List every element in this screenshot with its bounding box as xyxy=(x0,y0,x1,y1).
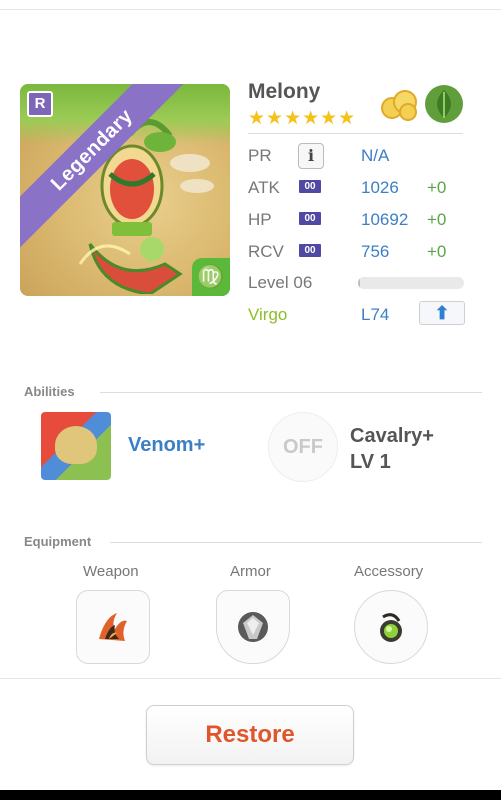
ability-level-2: LV 1 xyxy=(350,451,391,473)
pr-label: PR xyxy=(248,146,272,165)
level-progress-bar xyxy=(358,277,464,289)
armor-slot[interactable] xyxy=(216,590,290,664)
pr-value: N/A xyxy=(361,146,390,165)
star-rating: ★★★★★★ xyxy=(248,108,357,129)
hp-value: 10692 xyxy=(361,210,409,229)
green-orb-icon xyxy=(380,613,402,642)
cloud-element-icon xyxy=(381,90,417,121)
rcv-bonus: +0 xyxy=(427,242,447,261)
rarity-badge: R xyxy=(27,91,53,117)
rcv-plus-chip: 00 xyxy=(299,244,321,257)
name-divider xyxy=(248,133,463,134)
ability-name-1[interactable]: Venom+ xyxy=(128,434,205,457)
top-divider xyxy=(0,9,501,10)
skull-ability-icon xyxy=(55,426,97,464)
info-button[interactable]: i xyxy=(298,143,324,169)
abilities-heading: Abilities xyxy=(24,384,75,399)
atk-value: 1026 xyxy=(361,178,399,197)
up-arrow-icon: ⬆ xyxy=(434,303,450,323)
armor-label: Armor xyxy=(230,563,271,580)
zodiac-level: L74 xyxy=(361,305,390,324)
ability-name-2: Cavalry+ xyxy=(350,425,434,447)
monster-detail-page: Legendary R ♍ Melony ★★★★★★ PR i N/A ATK… xyxy=(0,0,501,790)
restore-button[interactable]: Restore xyxy=(146,705,354,765)
accessory-slot[interactable] xyxy=(354,590,428,664)
gem-icon xyxy=(238,612,268,642)
level-progress-fill xyxy=(358,277,361,289)
level-label: Level 06 xyxy=(248,273,313,292)
hp-label: HP xyxy=(248,210,272,229)
rcv-value: 756 xyxy=(361,242,390,261)
equipment-divider xyxy=(110,542,482,543)
atk-bonus: +0 xyxy=(427,178,447,197)
monster-name: Melony xyxy=(248,80,321,103)
equipment-heading: Equipment xyxy=(24,534,92,549)
virgo-zodiac-icon: ♍ xyxy=(192,258,230,296)
level-up-button[interactable]: ⬆ xyxy=(419,301,465,325)
leaf-element-icon xyxy=(425,85,463,123)
accessory-label: Accessory xyxy=(354,563,424,580)
rcv-label: RCV xyxy=(248,242,284,261)
zodiac-label: Virgo xyxy=(248,305,288,324)
weapon-slot[interactable] xyxy=(76,590,150,664)
abilities-divider xyxy=(100,392,482,393)
venom-ability-icon[interactable] xyxy=(41,412,111,480)
flame-claw-icon xyxy=(99,613,127,641)
hp-plus-chip: 00 xyxy=(299,212,321,225)
monster-portrait[interactable]: Legendary R ♍ xyxy=(20,84,230,296)
atk-label: ATK xyxy=(248,178,280,197)
ability-off-badge[interactable]: OFF xyxy=(268,412,338,482)
weapon-label: Weapon xyxy=(83,563,139,580)
atk-plus-chip: 00 xyxy=(299,180,321,193)
hp-bonus: +0 xyxy=(427,210,447,229)
